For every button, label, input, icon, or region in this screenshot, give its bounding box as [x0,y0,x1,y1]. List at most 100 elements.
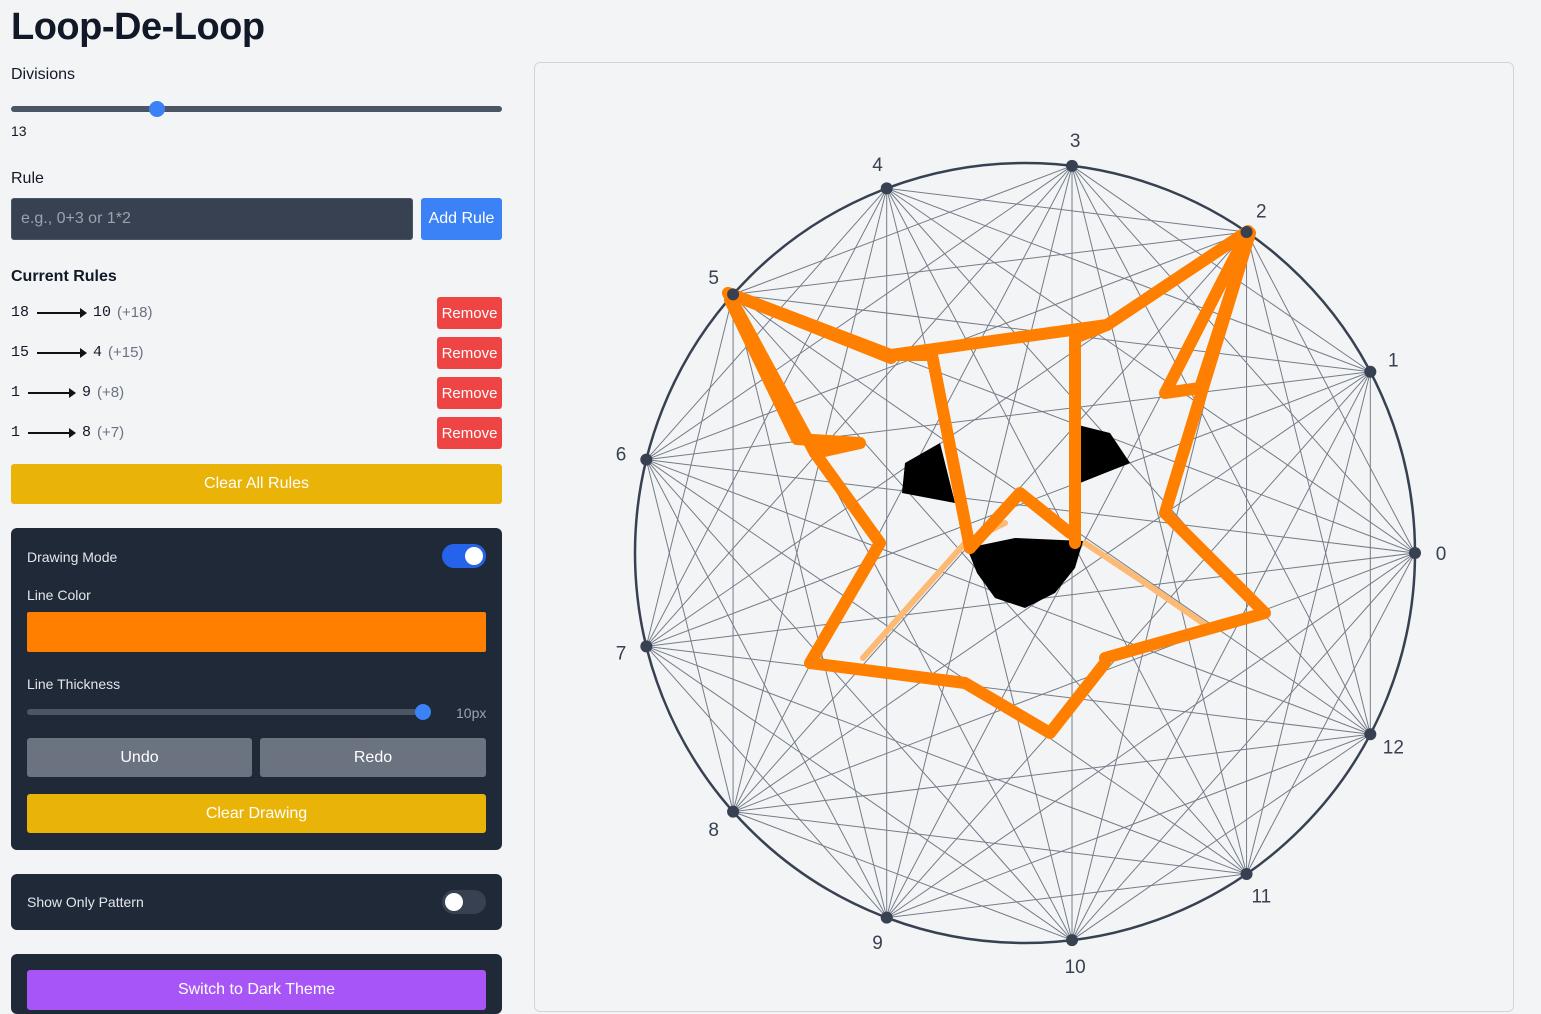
theme-panel: Switch to Dark Theme [11,954,502,1014]
rule-offset: (+8) [97,384,125,401]
division-label: 8 [708,820,719,841]
division-label: 6 [616,444,627,465]
chord-line [732,811,1073,941]
rule-offset: (+7) [97,424,125,441]
rule-row: 1 8 (+7) Remove [11,417,502,449]
chord-line [645,646,888,918]
line-color-picker[interactable] [27,612,486,652]
remove-rule-button[interactable]: Remove [437,417,502,449]
show-only-pattern-toggle[interactable] [442,890,486,914]
clear-drawing-button[interactable]: Clear Drawing [27,794,486,833]
rule-input[interactable] [11,198,413,240]
division-point [727,288,740,301]
division-point [880,182,893,195]
rule-row: 15 4 (+15) Remove [11,337,502,369]
arrow-icon [28,387,77,398]
division-label: 4 [872,155,883,176]
chord-line [1246,231,1416,554]
division-point [880,911,893,924]
division-label: 10 [1065,957,1086,978]
clear-all-rules-button[interactable]: Clear All Rules [11,464,502,504]
chord-line [645,459,888,918]
divisions-value: 13 [11,123,27,139]
chord-line [732,165,1073,295]
remove-rule-button[interactable]: Remove [437,377,502,409]
division-point [1240,867,1253,880]
chord-line [886,733,1371,919]
add-rule-button[interactable]: Add Rule [421,198,502,240]
chord-line [1246,371,1371,875]
arrow-icon [37,307,88,318]
undo-button[interactable]: Undo [27,738,252,777]
division-point [640,453,653,466]
rule-from: 15 [11,344,30,361]
show-only-pattern-label: Show Only Pattern [27,894,144,910]
redo-button[interactable]: Redo [260,738,486,777]
rule-offset: (+18) [117,304,153,321]
switch-theme-button[interactable]: Switch to Dark Theme [27,970,486,1010]
divisions-label: Divisions [11,66,76,83]
chord-line [732,188,888,812]
arrow-icon [37,347,88,358]
division-point [1364,365,1377,378]
rule-to: 10 [93,304,112,321]
divisions-slider-thumb[interactable] [149,101,165,117]
remove-rule-button[interactable]: Remove [437,297,502,329]
drawing-mode-label: Drawing Mode [27,549,118,565]
division-point [1066,934,1079,947]
division-label: 5 [708,268,719,289]
rule-offset: (+15) [108,344,144,361]
chord-line [1246,231,1371,735]
arrow-icon [28,427,77,438]
app-title: Loop-De-Loop [11,6,265,48]
rule-to: 4 [93,344,103,361]
division-point [1066,159,1079,172]
division-point [1240,226,1253,239]
line-thickness-slider[interactable] [27,704,431,720]
line-thickness-thumb[interactable] [415,704,431,720]
line-color-label: Line Color [27,587,91,603]
toggle-knob [445,893,463,911]
drawing-canvas[interactable]: 0 1 2 3 4 5 6 7 8 9 10 11 12 [534,62,1514,1012]
rule-from: 18 [11,304,30,321]
division-point [1364,728,1377,741]
remove-rule-button[interactable]: Remove [437,337,502,369]
rule-to: 8 [82,424,92,441]
chord-line [886,371,1371,918]
division-label: 1 [1388,351,1399,372]
division-point [640,640,653,653]
division-label: 7 [616,644,627,665]
division-label: 9 [872,933,883,954]
chord-line [645,459,734,812]
chord-line [732,294,888,918]
toggle-knob [465,547,483,565]
current-rules-heading: Current Rules [11,268,117,285]
pattern-panel: Show Only Pattern [11,874,502,930]
rule-label: Rule [11,170,44,187]
chord-line [732,552,1416,813]
division-label: 2 [1256,202,1267,223]
rule-from: 1 [11,424,21,441]
division-label: 12 [1383,737,1404,758]
rule-from: 1 [11,384,21,401]
drawing-mode-toggle[interactable] [442,544,486,568]
chord-line [1246,552,1416,875]
division-label: 0 [1436,544,1447,565]
rule-to: 9 [82,384,92,401]
loop-diagram[interactable]: 0123456789101112 [535,63,1513,1011]
rule-row: 18 10 (+18) Remove [11,297,502,329]
chord-line [645,459,1073,941]
chord-line [645,188,888,647]
division-label: 3 [1070,131,1081,152]
chord-line [645,294,734,647]
rule-row: 1 9 (+8) Remove [11,377,502,409]
division-point [1409,547,1421,559]
divisions-slider[interactable] [11,101,502,117]
division-label: 11 [1251,886,1271,907]
division-point [727,805,740,818]
drawing-panel: Drawing Mode Line Color Line Thickness 1… [11,528,502,850]
freehand-fill-nose [967,538,1083,608]
chord-line [645,188,888,460]
line-thickness-value: 10px [456,705,487,721]
line-thickness-label: Line Thickness [27,676,121,692]
